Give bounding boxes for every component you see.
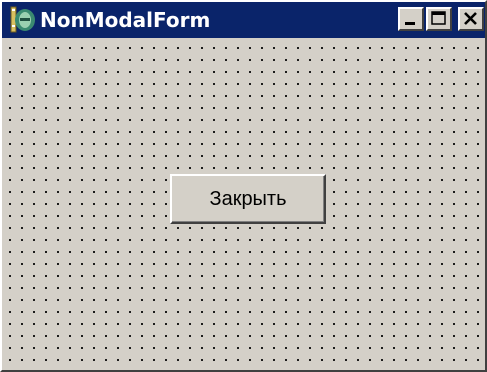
close-window-button[interactable]	[458, 7, 484, 31]
maximize-button[interactable]	[426, 7, 452, 31]
close-icon	[464, 12, 477, 25]
minimize-icon	[405, 22, 415, 25]
title-bar[interactable]: NonModalForm	[2, 2, 485, 38]
delphi-helmet-icon[interactable]	[8, 5, 38, 35]
maximize-icon	[431, 11, 446, 25]
window-title: NonModalForm	[40, 8, 211, 32]
minimize-button[interactable]	[398, 7, 424, 31]
close-form-button[interactable]: Закрыть	[170, 174, 326, 224]
form-client-area: Закрыть	[2, 38, 485, 370]
form-window: NonModalForm Закрыть	[0, 0, 487, 372]
